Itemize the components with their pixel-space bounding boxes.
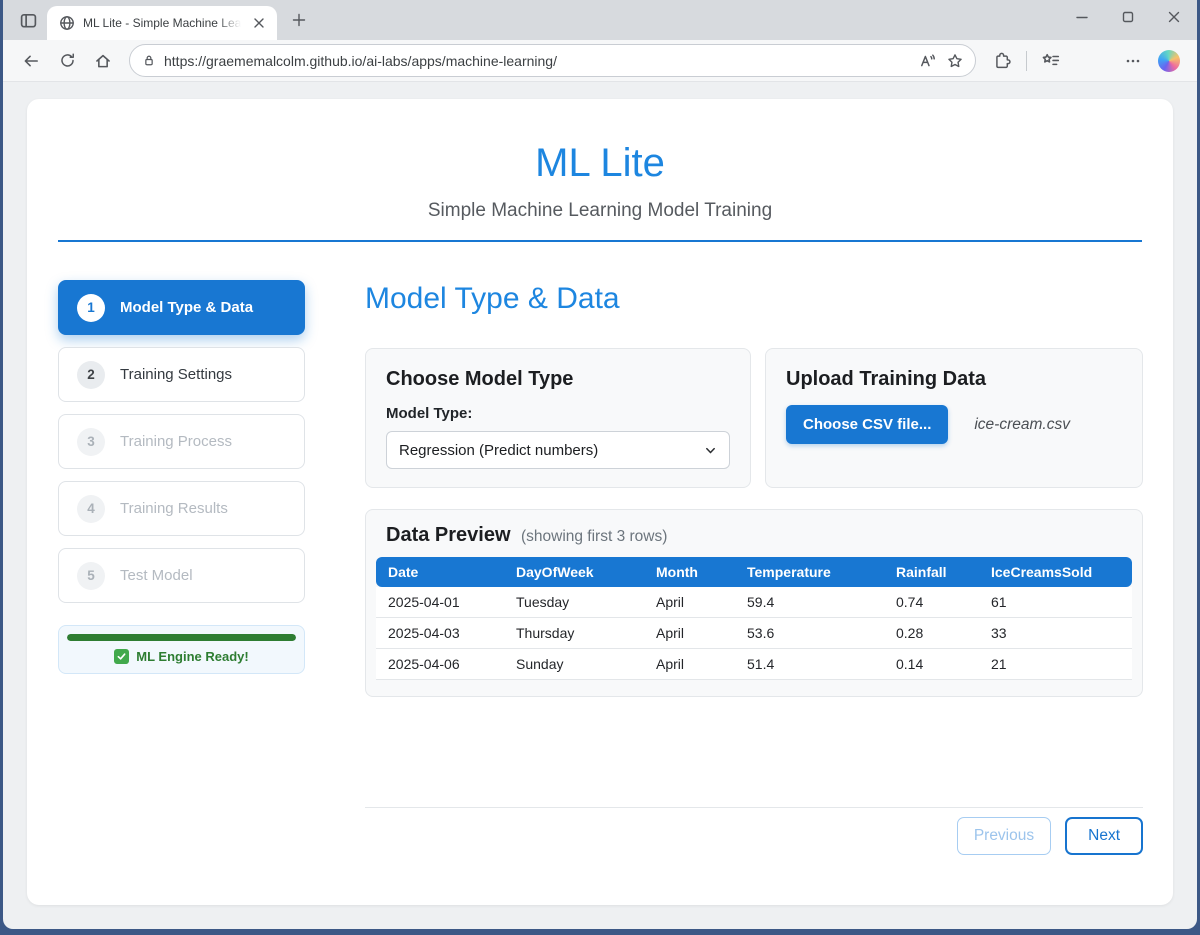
table-cell: 21: [979, 649, 1132, 680]
step-number: 2: [77, 361, 105, 389]
table-cell: 61: [979, 587, 1132, 618]
footer-divider: [365, 807, 1143, 808]
browser-toolbar: [3, 40, 1197, 82]
step-label: Training Process: [120, 433, 232, 450]
main-panel: Model Type & Data Choose Model Type Mode…: [365, 280, 1143, 855]
model-card-title: Choose Model Type: [386, 367, 730, 391]
browser-tab[interactable]: ML Lite - Simple Machine Learnin: [47, 6, 277, 40]
table-cell: April: [644, 587, 735, 618]
next-button[interactable]: Next: [1065, 817, 1143, 855]
step-label: Model Type & Data: [120, 299, 253, 316]
refresh-icon[interactable]: [51, 45, 83, 77]
read-aloud-icon[interactable]: [913, 47, 941, 75]
app-header: ML Lite Simple Machine Learning Model Tr…: [27, 99, 1173, 242]
home-icon[interactable]: [87, 45, 119, 77]
table-cell: Tuesday: [504, 587, 644, 618]
step-button-test-model[interactable]: 5 Test Model: [58, 548, 305, 603]
tab-close-icon[interactable]: [249, 13, 269, 33]
preview-title: Data Preview: [386, 524, 511, 546]
step-number: 5: [77, 562, 105, 590]
step-button-training-process[interactable]: 3 Training Process: [58, 414, 305, 469]
table-cell: 53.6: [735, 618, 884, 649]
browser-window: ML Lite - Simple Machine Learnin: [3, 0, 1197, 929]
favorite-star-icon[interactable]: [941, 47, 969, 75]
table-row: 2025-04-03 Thursday April 53.6 0.28 33: [376, 618, 1132, 649]
table-cell: 0.74: [884, 587, 979, 618]
data-preview-table: Date DayOfWeek Month Temperature Rainfal…: [376, 557, 1132, 680]
table-cell: 33: [979, 618, 1132, 649]
column-header: Date: [376, 557, 504, 587]
app-title: ML Lite: [27, 139, 1173, 187]
previous-button[interactable]: Previous: [957, 817, 1051, 855]
table-cell: 0.28: [884, 618, 979, 649]
steps-sidebar: 1 Model Type & Data 2 Training Settings …: [58, 280, 305, 855]
uploaded-file-name: ice-cream.csv: [974, 416, 1070, 434]
copilot-icon[interactable]: [1153, 45, 1185, 77]
engine-status-card: ML Engine Ready!: [58, 625, 305, 674]
chevron-down-icon: [704, 444, 717, 457]
preview-subtitle: (showing first 3 rows): [521, 528, 667, 545]
new-tab-icon[interactable]: [285, 6, 313, 34]
column-header: Month: [644, 557, 735, 587]
upload-card-title: Upload Training Data: [786, 367, 1122, 391]
step-label: Training Results: [120, 500, 228, 517]
table-cell: 59.4: [735, 587, 884, 618]
toolbar-divider: [1026, 51, 1027, 71]
extensions-icon[interactable]: [986, 45, 1018, 77]
back-icon[interactable]: [15, 45, 47, 77]
step-label: Test Model: [120, 567, 193, 584]
table-cell: 51.4: [735, 649, 884, 680]
step-number: 1: [77, 294, 105, 322]
model-type-label: Model Type:: [386, 405, 730, 422]
column-header: IceCreamsSold: [979, 557, 1132, 587]
data-preview-card: Data Preview (showing first 3 rows) Date…: [365, 509, 1143, 697]
step-button-training-settings[interactable]: 2 Training Settings: [58, 347, 305, 402]
site-lock-icon[interactable]: [142, 53, 156, 68]
app-container: ML Lite Simple Machine Learning Model Tr…: [27, 99, 1173, 905]
table-row: 2025-04-06 Sunday April 51.4 0.14 21: [376, 649, 1132, 680]
step-button-training-results[interactable]: 4 Training Results: [58, 481, 305, 536]
column-header: Temperature: [735, 557, 884, 587]
model-type-select[interactable]: Regression (Predict numbers): [386, 431, 730, 469]
table-cell: April: [644, 618, 735, 649]
address-bar[interactable]: [129, 44, 976, 77]
step-number: 3: [77, 428, 105, 456]
table-cell: 0.14: [884, 649, 979, 680]
step-number: 4: [77, 495, 105, 523]
selected-option: Regression (Predict numbers): [399, 442, 598, 459]
globe-favicon-icon: [59, 15, 75, 31]
minimize-icon[interactable]: [1059, 0, 1105, 34]
table-header-row: Date DayOfWeek Month Temperature Rainfal…: [376, 557, 1132, 587]
window-controls: [1059, 0, 1197, 34]
upload-card: Upload Training Data Choose CSV file... …: [765, 348, 1143, 488]
table-row: 2025-04-01 Tuesday April 59.4 0.74 61: [376, 587, 1132, 618]
app-subtitle: Simple Machine Learning Model Training: [27, 199, 1173, 223]
table-cell: 2025-04-01: [376, 587, 504, 618]
table-cell: April: [644, 649, 735, 680]
table-cell: Thursday: [504, 618, 644, 649]
table-cell: 2025-04-06: [376, 649, 504, 680]
column-header: DayOfWeek: [504, 557, 644, 587]
close-icon[interactable]: [1151, 0, 1197, 34]
step-button-model-type-data[interactable]: 1 Model Type & Data: [58, 280, 305, 335]
column-header: Rainfall: [884, 557, 979, 587]
maximize-icon[interactable]: [1105, 0, 1151, 34]
table-cell: 2025-04-03: [376, 618, 504, 649]
section-heading: Model Type & Data: [365, 280, 1143, 318]
green-check-icon: [114, 649, 129, 664]
tab-actions-icon[interactable]: [11, 3, 45, 37]
url-input[interactable]: [164, 53, 913, 69]
page-viewport: ML Lite Simple Machine Learning Model Tr…: [3, 82, 1197, 929]
more-options-icon[interactable]: [1117, 45, 1149, 77]
model-type-card: Choose Model Type Model Type: Regression…: [365, 348, 751, 488]
favorites-bar-icon[interactable]: [1035, 45, 1067, 77]
engine-status-label: ML Engine Ready!: [136, 649, 248, 664]
tab-strip: ML Lite - Simple Machine Learnin: [3, 0, 1197, 40]
choose-csv-button[interactable]: Choose CSV file...: [786, 405, 948, 444]
engine-progress-bar: [67, 634, 296, 641]
tab-title: ML Lite - Simple Machine Learnin: [83, 16, 241, 30]
table-cell: Sunday: [504, 649, 644, 680]
step-label: Training Settings: [120, 366, 232, 383]
